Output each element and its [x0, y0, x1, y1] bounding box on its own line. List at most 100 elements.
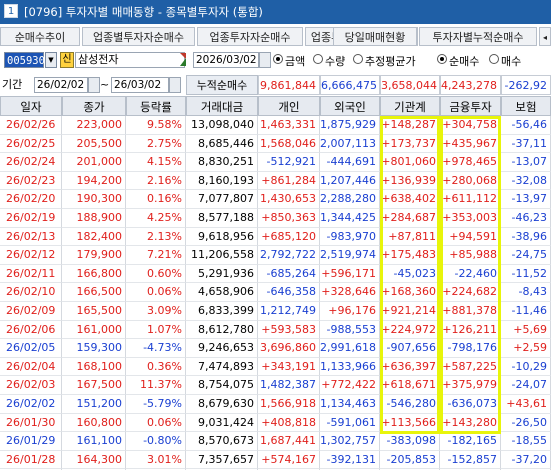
table-row[interactable]: 26/02/02 151,200 -5.79% 8,679,630 1,566,918 1… — [0, 395, 551, 414]
cell-institution: -45,023 — [380, 264, 440, 284]
cell-trade-value: 11,206,558 — [186, 246, 258, 265]
date-input[interactable]: 2026/03/02 — [193, 52, 259, 68]
col-header-trade-value[interactable]: 거래대금 — [186, 96, 258, 116]
radio-buy[interactable] — [489, 54, 499, 64]
cell-close: 179,900 — [62, 246, 126, 265]
cell-close: 159,300 — [62, 339, 126, 358]
period-end-input[interactable]: 26/03/02 — [111, 77, 169, 93]
radio-quantity[interactable] — [313, 54, 323, 64]
table-row[interactable]: 26/02/12 179,900 7.21% 11,206,558 2,792,722 2… — [0, 246, 551, 265]
cell-foreign: 2,991,618 — [320, 339, 380, 358]
cell-financial-investment: +375,979 — [440, 376, 501, 395]
radio-avg-price[interactable] — [353, 54, 363, 64]
cell-date: 26/01/30 — [0, 413, 62, 433]
table-row[interactable]: 26/01/30 160,800 0.06% 9,031,424 +408,818 -59… — [0, 413, 551, 433]
cell-institution: +113,566 — [380, 413, 440, 433]
table-row[interactable]: 26/02/10 166,500 0.06% 4,658,906 -646,358 +32… — [0, 283, 551, 302]
window-number-badge: 1 — [4, 4, 18, 18]
cell-insurance: -38,96 — [501, 227, 551, 247]
cell-institution: +173,737 — [380, 134, 440, 154]
cell-individual: 1,482,387 — [258, 376, 320, 395]
cell-trade-value: 7,474,893 — [186, 357, 258, 377]
col-header-insurance[interactable]: 보험 — [501, 96, 551, 116]
col-header-date[interactable]: 일자 — [0, 96, 62, 116]
cell-institution: -205,853 — [380, 450, 440, 470]
cell-change-rate: -0.80% — [126, 432, 186, 451]
cell-change-rate: 3.01% — [126, 450, 186, 470]
col-header-institution[interactable]: 기관계 — [380, 96, 440, 116]
cell-insurance: -11,46 — [501, 302, 551, 321]
calendar-icon[interactable] — [259, 52, 271, 68]
table-row[interactable]: 26/02/05 159,300 -4.73% 9,246,653 3,696,860 2… — [0, 339, 551, 358]
cell-trade-value: 8,685,446 — [186, 134, 258, 154]
investor-trading-table: 일자 종가 등락률 거래대금 개인 외국인 기관계 금융투자 보험 26/02/… — [0, 96, 551, 470]
table-row[interactable]: 26/02/26 223,000 9.58% 13,098,040 1,463,331 1… — [0, 116, 551, 135]
table-row[interactable]: 26/02/19 188,900 4.25% 8,577,188 +850,363 1,3… — [0, 209, 551, 228]
cell-foreign: 2,288,280 — [320, 190, 380, 209]
cell-financial-investment: +881,378 — [440, 302, 501, 321]
cell-close: 205,500 — [62, 134, 126, 154]
cell-institution: +136,939 — [380, 171, 440, 191]
cell-individual: +408,818 — [258, 413, 320, 433]
start-calendar-icon[interactable] — [88, 77, 100, 93]
table-row[interactable]: 26/02/13 182,400 2.13% 9,618,956 +685,120 -98… — [0, 227, 551, 247]
table-row[interactable]: 26/02/20 190,300 0.16% 7,077,807 1,430,653 2,… — [0, 190, 551, 209]
cell-trade-value: 4,658,906 — [186, 283, 258, 302]
table-row[interactable]: 26/02/25 205,500 2.75% 8,685,446 1,568,046 2,… — [0, 134, 551, 154]
cell-individual: -512,921 — [258, 153, 320, 172]
cell-change-rate: 11.37% — [126, 376, 186, 395]
table-row[interactable]: 26/01/29 161,100 -0.80% 8,570,673 1,687,441 1… — [0, 432, 551, 451]
radio-amount[interactable] — [273, 54, 283, 64]
cell-financial-investment: +224,682 — [440, 283, 501, 302]
cell-date: 26/02/20 — [0, 190, 62, 209]
end-calendar-icon[interactable] — [169, 77, 181, 93]
cell-foreign: -988,553 — [320, 320, 380, 340]
cum-foreign: 6,666,475 — [320, 75, 380, 95]
table-row[interactable]: 26/02/09 165,500 3.09% 6,833,399 1,212,749 +9… — [0, 302, 551, 321]
table-row[interactable]: 26/02/23 194,200 2.16% 8,160,193 +861,284 1,2… — [0, 171, 551, 191]
cell-trade-value: 6,833,399 — [186, 302, 258, 321]
cell-institution: +801,060 — [380, 153, 440, 172]
cell-trade-value: 8,570,673 — [186, 432, 258, 451]
cell-date: 26/02/23 — [0, 171, 62, 191]
cell-date: 26/02/25 — [0, 134, 62, 154]
stock-type-badge[interactable]: 신 — [60, 52, 74, 68]
table-row[interactable]: 26/02/04 168,100 0.36% 7,474,893 +343,191 1,1… — [0, 357, 551, 377]
tab-daily-trading[interactable]: 당일매매현황 — [333, 27, 417, 46]
cell-institution: +636,397 — [380, 357, 440, 377]
table-row[interactable]: 26/02/03 167,500 11.37% 8,754,075 1,482,387 +… — [0, 376, 551, 395]
search-row: 005930 ▼ 신 삼성전자 2026/03/02 금액 수량 추정평균가 순… — [0, 50, 551, 70]
tab-scroll-icon[interactable]: ◂ — [539, 27, 551, 46]
cell-individual: 1,568,046 — [258, 134, 320, 154]
cell-change-rate: 0.60% — [126, 264, 186, 284]
code-dropdown-icon[interactable]: ▼ — [45, 52, 57, 68]
cell-financial-investment: +978,465 — [440, 153, 501, 172]
cell-close: 168,100 — [62, 357, 126, 377]
radio-buy-label: 매수 — [501, 55, 522, 68]
cell-trade-value: 9,031,424 — [186, 413, 258, 433]
radio-net-buy-label: 순매수 — [449, 55, 480, 68]
cell-trade-value: 8,754,075 — [186, 376, 258, 395]
cell-date: 26/02/12 — [0, 246, 62, 265]
cell-insurance: -18,55 — [501, 432, 551, 451]
table-row[interactable]: 26/01/28 164,300 3.01% 7,357,657 +574,167 -39… — [0, 450, 551, 470]
stock-code-input[interactable]: 005930 — [4, 52, 45, 68]
cell-trade-value: 13,098,040 — [186, 116, 258, 135]
period-start-input[interactable]: 26/02/02 — [34, 77, 88, 93]
cell-change-rate: 1.07% — [126, 320, 186, 340]
cell-foreign: -591,061 — [320, 413, 380, 433]
cell-date: 26/02/03 — [0, 376, 62, 395]
cell-close: 190,300 — [62, 190, 126, 209]
col-header-change-rate[interactable]: 등락률 — [126, 96, 186, 116]
col-header-individual[interactable]: 개인 — [258, 96, 320, 116]
table-row[interactable]: 26/02/06 161,000 1.07% 8,612,780 +593,583 -98… — [0, 320, 551, 340]
tab-investor-cumulative[interactable]: 투자자별누적순매수 — [419, 27, 537, 46]
col-header-close[interactable]: 종가 — [62, 96, 126, 116]
table-row[interactable]: 26/02/11 166,800 0.60% 5,291,936 -685,264 +59… — [0, 264, 551, 284]
table-row[interactable]: 26/02/24 201,000 4.15% 8,830,251 -512,921 -44… — [0, 153, 551, 172]
col-header-financial-investment[interactable]: 금융투자 — [440, 96, 501, 116]
col-header-foreign[interactable]: 외국인 — [320, 96, 380, 116]
cell-institution: +921,214 — [380, 302, 440, 321]
green-flag-icon — [180, 58, 186, 66]
radio-net-buy[interactable] — [437, 54, 447, 64]
